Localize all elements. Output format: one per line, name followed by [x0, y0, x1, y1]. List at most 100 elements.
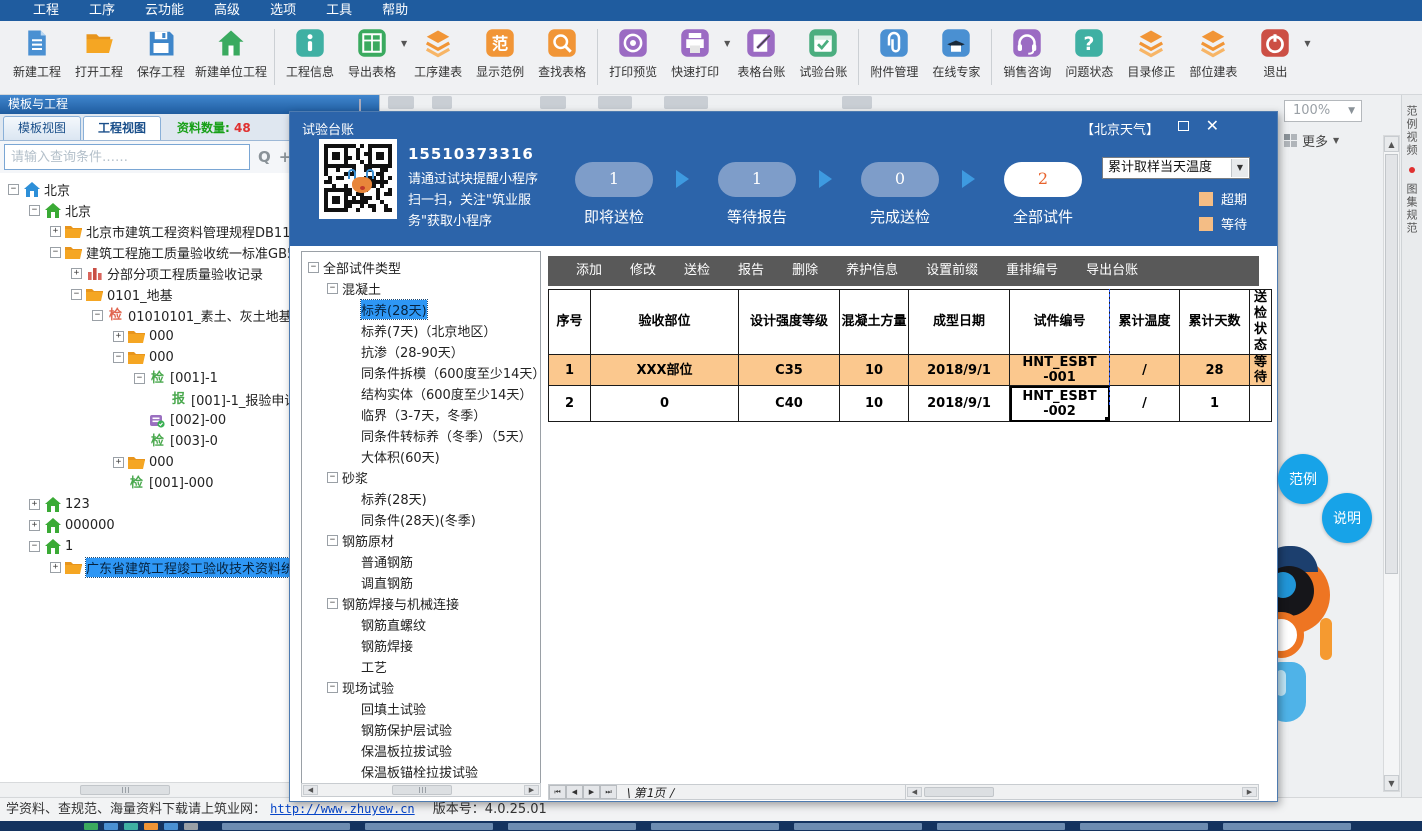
tree-item[interactable]: 结构实体（600度至少14天）: [302, 383, 540, 404]
taskbar-window-button[interactable]: [222, 823, 350, 830]
tree-item[interactable]: 钢筋焊接: [302, 635, 540, 656]
table-cell[interactable]: [1249, 385, 1272, 422]
table-ledger-button[interactable]: 表格台账: [733, 27, 789, 80]
tree-item-label[interactable]: 北京: [65, 201, 91, 220]
tree-item-label[interactable]: 全部试件类型: [323, 258, 401, 277]
export-table-button[interactable]: 导出表格: [344, 27, 400, 80]
tree-item-label[interactable]: 临界（3-7天，冬季）: [361, 405, 486, 424]
help-float-button[interactable]: 说明: [1322, 493, 1372, 543]
taskbar-window-button[interactable]: [651, 823, 779, 830]
table-cell[interactable]: 0: [590, 385, 739, 422]
tree-item-label[interactable]: 普通钢筋: [361, 552, 413, 571]
tree-item-label[interactable]: 钢筋焊接与机械连接: [342, 594, 459, 613]
search-icon[interactable]: Q: [258, 148, 271, 166]
menu-工序[interactable]: 工序: [74, 0, 130, 21]
tree-item[interactable]: − 砂浆: [302, 467, 540, 488]
ledger-button-导出台账[interactable]: 导出台账: [1072, 256, 1152, 286]
new-unit-project-button[interactable]: 新建单位工程: [195, 27, 267, 80]
table-cell[interactable]: 2: [548, 385, 591, 422]
scrollbar-thumb[interactable]: [80, 785, 170, 795]
scroll-left-button[interactable]: ◀: [907, 787, 922, 797]
issue-status-button[interactable]: ? 问题状态: [1061, 27, 1117, 80]
table-cell[interactable]: HNT_ESBT -001: [1009, 354, 1110, 386]
tree-item-label[interactable]: 现场试验: [342, 678, 394, 697]
collapse-icon[interactable]: −: [50, 247, 61, 258]
table-cell[interactable]: 2018/9/1: [908, 385, 1010, 422]
part-table-button[interactable]: 部位建表: [1185, 27, 1241, 80]
tree-item-label[interactable]: 混凝土: [342, 279, 381, 298]
catalog-fix-button[interactable]: 目录修正: [1123, 27, 1179, 80]
tree-item-label[interactable]: 回填土试验: [361, 699, 426, 718]
sample-float-button[interactable]: 范例: [1278, 454, 1328, 504]
scroll-left-button[interactable]: ◀: [303, 785, 318, 795]
tree-item-label[interactable]: 钢筋原材: [342, 531, 394, 550]
taskbar-icon[interactable]: [164, 823, 178, 830]
tree-item[interactable]: 临界（3-7天，冬季）: [302, 404, 540, 425]
project-info-button[interactable]: 工程信息: [282, 27, 338, 80]
table-cell[interactable]: 28: [1179, 354, 1250, 386]
ledger-button-重排编号[interactable]: 重排编号: [992, 256, 1072, 286]
type-tree-hscrollbar[interactable]: ◀ ▶: [301, 783, 541, 797]
side-tab[interactable]: 范例视频: [1405, 105, 1419, 157]
collapse-icon[interactable]: −: [327, 283, 338, 294]
menu-选项[interactable]: 选项: [255, 0, 311, 21]
first-page-button[interactable]: ⏮: [549, 785, 566, 799]
collapse-icon[interactable]: −: [71, 289, 82, 300]
save-project-button[interactable]: 保存工程: [133, 27, 189, 80]
tree-item-label[interactable]: 砂浆: [342, 468, 368, 487]
tree-item-label[interactable]: [002]-00: [170, 413, 226, 428]
tree-item-label[interactable]: 000: [149, 329, 174, 344]
expand-icon[interactable]: +: [29, 520, 40, 531]
quick-print-button[interactable]: 快速打印: [667, 27, 723, 80]
online-expert-button[interactable]: 在线专家: [928, 27, 984, 80]
test-ledger-button[interactable]: 试验台账: [795, 27, 851, 80]
tree-item-label[interactable]: [001]-000: [149, 476, 213, 491]
taskbar-window-button[interactable]: [365, 823, 493, 830]
tree-item-label[interactable]: 钢筋保护层试验: [361, 720, 452, 739]
tree-item-label[interactable]: 000: [149, 350, 174, 365]
find-table-button[interactable]: 查找表格: [534, 27, 590, 80]
ledger-button-修改[interactable]: 修改: [616, 256, 670, 286]
collapse-icon[interactable]: −: [8, 184, 19, 195]
tree-item-label[interactable]: 1: [65, 539, 73, 554]
table-cell[interactable]: HNT_ESBT -002: [1009, 385, 1110, 422]
table-cell[interactable]: 10: [839, 385, 909, 422]
tree-item[interactable]: − 全部试件类型: [302, 257, 540, 278]
taskbar-icon[interactable]: [84, 823, 98, 830]
taskbar-window-button[interactable]: [1080, 823, 1208, 830]
tree-item-label[interactable]: 标养(7天)（北京地区）: [361, 321, 496, 340]
collapse-icon[interactable]: −: [327, 682, 338, 693]
menu-云功能[interactable]: 云功能: [130, 0, 199, 21]
search-input[interactable]: [4, 144, 250, 170]
tree-item-label[interactable]: 000000: [65, 518, 115, 533]
scroll-right-button[interactable]: ▶: [1242, 787, 1257, 797]
table-cell[interactable]: XXX部位: [590, 354, 739, 386]
weather-link[interactable]: 【北京天气】: [1081, 119, 1159, 138]
tree-item-label[interactable]: 0101_地基: [107, 285, 173, 304]
tree-item[interactable]: 回填土试验: [302, 698, 540, 719]
taskbar-window-button[interactable]: [937, 823, 1065, 830]
scroll-right-button[interactable]: ▶: [524, 785, 539, 795]
exit-button[interactable]: 退出: [1247, 27, 1303, 80]
ledger-button-报告[interactable]: 报告: [724, 256, 778, 286]
tree-item[interactable]: − 混凝土: [302, 278, 540, 299]
tree-item-label[interactable]: 保温板拉拔试验: [361, 741, 452, 760]
tree-item[interactable]: 标养(7天)（北京地区）: [302, 320, 540, 341]
table-cell[interactable]: /: [1109, 354, 1180, 386]
taskbar-icon[interactable]: [124, 823, 138, 830]
pin-icon[interactable]: [359, 98, 369, 115]
taskbar-window-button[interactable]: [794, 823, 922, 830]
tree-item-label[interactable]: 北京市建筑工程资料管理规程DB11/T69: [86, 222, 319, 241]
ledger-button-设置前缀[interactable]: 设置前缀: [912, 256, 992, 286]
collapse-icon[interactable]: −: [92, 310, 103, 321]
taskbar-window-button[interactable]: [1223, 823, 1351, 830]
temperature-mode-dropdown[interactable]: 累计取样当天温度 ▼: [1102, 157, 1250, 179]
chevron-down-icon[interactable]: ▼: [401, 39, 407, 48]
collapse-icon[interactable]: −: [29, 541, 40, 552]
table-cell[interactable]: 等待: [1249, 354, 1272, 386]
tree-item[interactable]: 工艺: [302, 656, 540, 677]
tree-item-label[interactable]: 同条件(28天)(冬季): [361, 510, 476, 529]
table-cell[interactable]: 1: [1179, 385, 1250, 422]
tree-item[interactable]: 保温板拉拔试验: [302, 740, 540, 761]
expand-icon[interactable]: +: [50, 562, 61, 573]
